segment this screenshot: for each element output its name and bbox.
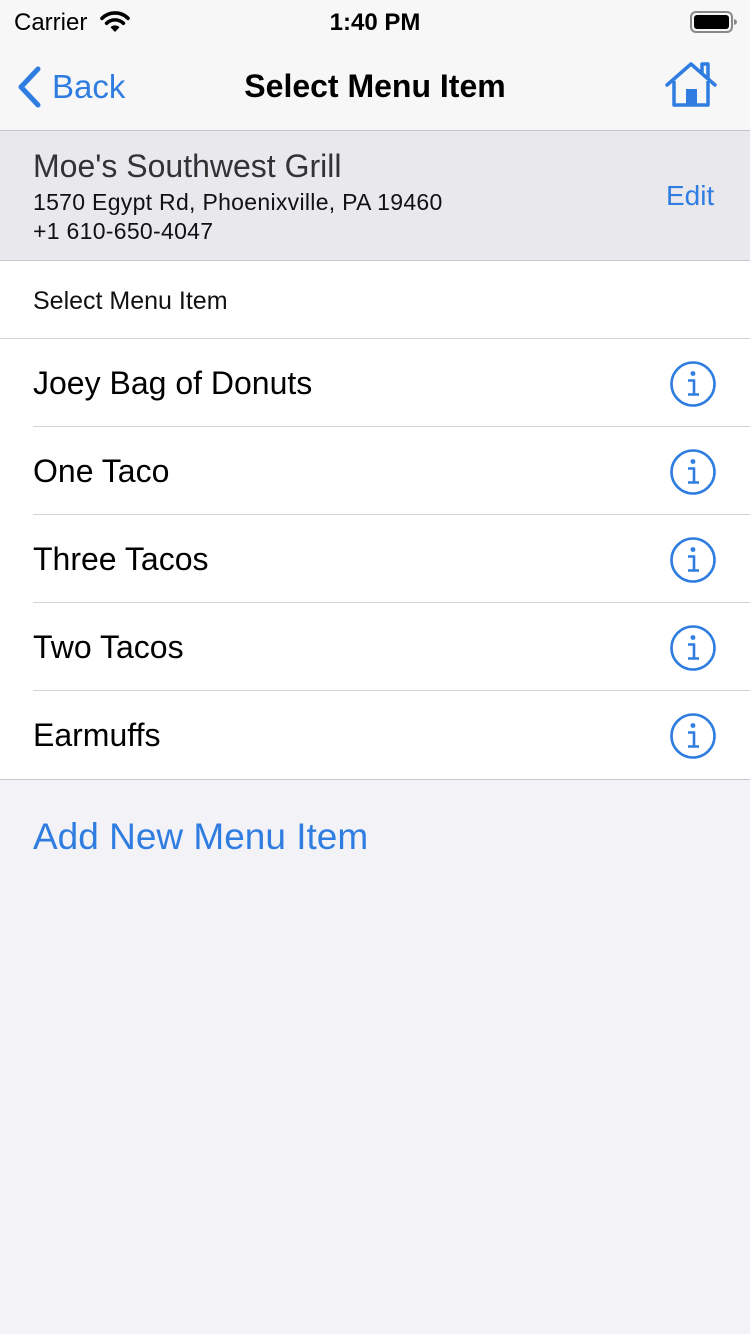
menu-item-label: Two Tacos xyxy=(33,629,184,665)
list-header: Select Menu Item xyxy=(0,261,750,339)
menu-item-row[interactable]: Three Tacos xyxy=(0,515,750,603)
restaurant-address: 1570 Egypt Rd, Phoenixville, PA 19460 xyxy=(33,189,443,215)
page-title: Select Menu Item xyxy=(244,68,506,104)
menu-item-list: Select Menu Item Joey Bag of Donuts One … xyxy=(0,261,750,780)
restaurant-header: Moe's Southwest Grill 1570 Egypt Rd, Pho… xyxy=(0,131,750,261)
edit-button[interactable]: Edit xyxy=(666,180,714,212)
menu-item-row[interactable]: Joey Bag of Donuts xyxy=(0,339,750,427)
info-icon[interactable] xyxy=(669,624,717,677)
menu-item-label: Earmuffs xyxy=(33,717,161,753)
menu-item-label: Joey Bag of Donuts xyxy=(33,365,313,401)
home-button[interactable] xyxy=(664,60,718,113)
menu-item-row[interactable]: Earmuffs xyxy=(0,691,750,779)
navigation-bar: Back Select Menu Item xyxy=(0,44,750,131)
menu-item-row[interactable]: One Taco xyxy=(0,427,750,515)
menu-item-label: One Taco xyxy=(33,453,170,489)
add-menu-item-button[interactable]: Add New Menu Item xyxy=(33,816,368,858)
battery-icon xyxy=(690,10,738,39)
status-bar: Carrier 1:40 PM xyxy=(0,0,750,44)
list-header-label: Select Menu Item xyxy=(33,287,228,315)
home-icon xyxy=(665,62,717,107)
restaurant-phone: +1 610-650-4047 xyxy=(33,218,214,244)
info-icon[interactable] xyxy=(669,448,717,501)
info-icon[interactable] xyxy=(669,712,717,765)
info-icon[interactable] xyxy=(669,536,717,589)
info-icon[interactable] xyxy=(669,360,717,413)
restaurant-name: Moe's Southwest Grill xyxy=(33,148,342,184)
menu-item-row[interactable]: Two Tacos xyxy=(0,603,750,691)
status-time: 1:40 PM xyxy=(329,9,421,36)
menu-item-label: Three Tacos xyxy=(33,541,209,577)
